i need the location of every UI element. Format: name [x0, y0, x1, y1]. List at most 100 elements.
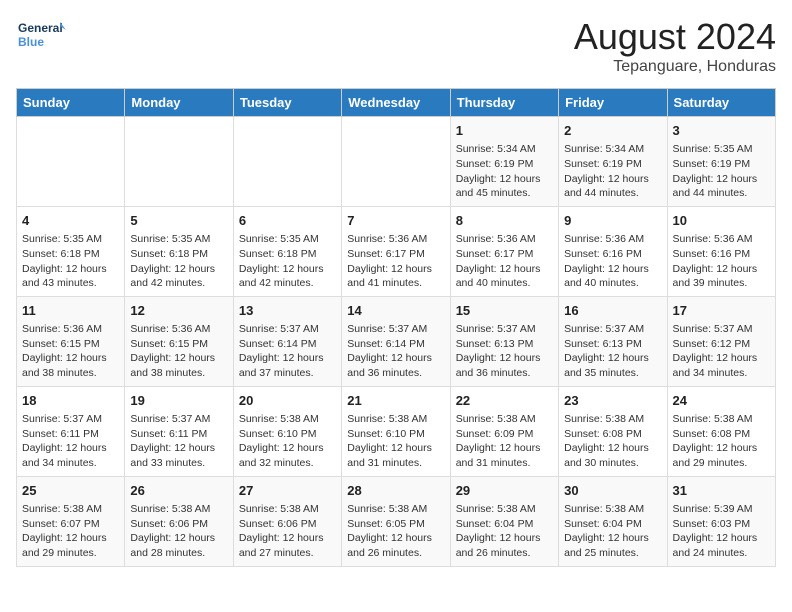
day-info: Sunrise: 5:36 AMSunset: 6:17 PMDaylight:…	[347, 232, 444, 291]
calendar-cell: 30Sunrise: 5:38 AMSunset: 6:04 PMDayligh…	[559, 476, 667, 566]
title-section: August 2024 Tepanguare, Honduras	[574, 16, 776, 76]
calendar-cell: 28 Sunrise: 5:38 AMSunset: 6:05 PMDayligh…	[342, 476, 450, 566]
day-info: Sunrise: 5:39 AMSunset: 6:03 PMDaylight:…	[673, 502, 770, 561]
logo-svg: General Blue	[16, 16, 66, 58]
day-info: Sunrise: 5:36 AMSunset: 6:15 PMDaylight:…	[130, 322, 227, 381]
day-info: Sunrise: 5:37 AMSunset: 6:12 PMDaylight:…	[673, 322, 770, 381]
calendar-cell: 31 Sunrise: 5:39 AMSunset: 6:03 PMDayligh…	[667, 476, 775, 566]
day-info: Sunrise: 5:37 AMSunset: 6:14 PMDaylight:…	[239, 322, 336, 381]
day-number: 12	[130, 302, 227, 320]
day-info: Sunrise: 5:38 AMSunset: 6:07 PMDaylight:…	[22, 502, 119, 561]
day-number: 21	[347, 392, 444, 410]
calendar-cell	[125, 117, 233, 207]
day-number: 5	[130, 212, 227, 230]
calendar-week-1: 1 Sunrise: 5:34 AMSunset: 6:19 PMDaylight…	[17, 117, 776, 207]
calendar-cell: 24 Sunrise: 5:38 AMSunset: 6:08 PMDayligh…	[667, 386, 775, 476]
day-info: Sunrise: 5:36 AMSunset: 6:16 PMDaylight:…	[564, 232, 661, 291]
day-info: Sunrise: 5:36 AMSunset: 6:15 PMDaylight:…	[22, 322, 119, 381]
day-number: 10	[673, 212, 770, 230]
svg-text:Blue: Blue	[18, 35, 44, 49]
day-info: Sunrise: 5:34 AMSunset: 6:19 PMDaylight:…	[564, 142, 661, 201]
calendar-cell: 13Sunrise: 5:37 AMSunset: 6:14 PMDayligh…	[233, 296, 341, 386]
subtitle: Tepanguare, Honduras	[574, 58, 776, 76]
calendar-cell: 9 Sunrise: 5:36 AMSunset: 6:16 PMDaylight…	[559, 206, 667, 296]
header-monday: Monday	[125, 89, 233, 117]
calendar-cell: 5 Sunrise: 5:35 AMSunset: 6:18 PMDaylight…	[125, 206, 233, 296]
day-info: Sunrise: 5:37 AMSunset: 6:13 PMDaylight:…	[564, 322, 661, 381]
header-wednesday: Wednesday	[342, 89, 450, 117]
main-title: August 2024	[574, 16, 776, 58]
day-info: Sunrise: 5:38 AMSunset: 6:10 PMDaylight:…	[239, 412, 336, 471]
calendar-cell: 26Sunrise: 5:38 AMSunset: 6:06 PMDayligh…	[125, 476, 233, 566]
calendar-header-row: SundayMondayTuesdayWednesdayThursdayFrid…	[17, 89, 776, 117]
day-number: 31	[673, 482, 770, 500]
day-info: Sunrise: 5:36 AMSunset: 6:17 PMDaylight:…	[456, 232, 553, 291]
day-info: Sunrise: 5:38 AMSunset: 6:04 PMDaylight:…	[456, 502, 553, 561]
day-number: 8	[456, 212, 553, 230]
day-info: Sunrise: 5:37 AMSunset: 6:13 PMDaylight:…	[456, 322, 553, 381]
day-number: 4	[22, 212, 119, 230]
calendar-cell: 29 Sunrise: 5:38 AMSunset: 6:04 PMDayligh…	[450, 476, 558, 566]
day-info: Sunrise: 5:38 AMSunset: 6:08 PMDaylight:…	[673, 412, 770, 471]
calendar-body: 1 Sunrise: 5:34 AMSunset: 6:19 PMDaylight…	[17, 117, 776, 567]
calendar-cell: 4Sunrise: 5:35 AMSunset: 6:18 PMDaylight…	[17, 206, 125, 296]
calendar-cell: 7 Sunrise: 5:36 AMSunset: 6:17 PMDaylight…	[342, 206, 450, 296]
day-info: Sunrise: 5:35 AMSunset: 6:18 PMDaylight:…	[130, 232, 227, 291]
day-info: Sunrise: 5:35 AMSunset: 6:18 PMDaylight:…	[239, 232, 336, 291]
day-number: 23	[564, 392, 661, 410]
day-number: 17	[673, 302, 770, 320]
calendar-table: SundayMondayTuesdayWednesdayThursdayFrid…	[16, 88, 776, 567]
day-info: Sunrise: 5:37 AMSunset: 6:11 PMDaylight:…	[130, 412, 227, 471]
calendar-cell: 23 Sunrise: 5:38 AMSunset: 6:08 PMDayligh…	[559, 386, 667, 476]
day-info: Sunrise: 5:37 AMSunset: 6:14 PMDaylight:…	[347, 322, 444, 381]
calendar-cell: 19Sunrise: 5:37 AMSunset: 6:11 PMDayligh…	[125, 386, 233, 476]
day-number: 27	[239, 482, 336, 500]
page-header: General Blue August 2024 Tepanguare, Hon…	[16, 16, 776, 76]
calendar-cell: 11 Sunrise: 5:36 AMSunset: 6:15 PMDayligh…	[17, 296, 125, 386]
calendar-cell: 10 Sunrise: 5:36 AMSunset: 6:16 PMDayligh…	[667, 206, 775, 296]
day-number: 29	[456, 482, 553, 500]
day-number: 15	[456, 302, 553, 320]
day-number: 26	[130, 482, 227, 500]
calendar-cell: 16Sunrise: 5:37 AMSunset: 6:13 PMDayligh…	[559, 296, 667, 386]
calendar-cell	[17, 117, 125, 207]
day-number: 6	[239, 212, 336, 230]
day-number: 14	[347, 302, 444, 320]
calendar-cell: 14 Sunrise: 5:37 AMSunset: 6:14 PMDayligh…	[342, 296, 450, 386]
day-number: 18	[22, 392, 119, 410]
calendar-week-2: 4 Sunrise: 5:35 AMSunset: 6:18 PMDaylight…	[17, 206, 776, 296]
day-number: 20	[239, 392, 336, 410]
day-info: Sunrise: 5:38 AMSunset: 6:08 PMDaylight:…	[564, 412, 661, 471]
logo: General Blue	[16, 16, 66, 58]
calendar-cell: 18 Sunrise: 5:37 AMSunset: 6:11 PMDayligh…	[17, 386, 125, 476]
calendar-cell: 1Sunrise: 5:34 AMSunset: 6:19 PMDaylight…	[450, 117, 558, 207]
day-number: 22	[456, 392, 553, 410]
day-number: 24	[673, 392, 770, 410]
calendar-cell: 6 Sunrise: 5:35 AMSunset: 6:18 PMDaylight…	[233, 206, 341, 296]
day-info: Sunrise: 5:38 AMSunset: 6:09 PMDaylight:…	[456, 412, 553, 471]
calendar-cell: 12 Sunrise: 5:36 AMSunset: 6:15 PMDayligh…	[125, 296, 233, 386]
day-info: Sunrise: 5:38 AMSunset: 6:06 PMDaylight:…	[239, 502, 336, 561]
header-friday: Friday	[559, 89, 667, 117]
day-info: Sunrise: 5:35 AMSunset: 6:19 PMDaylight:…	[673, 142, 770, 201]
day-info: Sunrise: 5:38 AMSunset: 6:05 PMDaylight:…	[347, 502, 444, 561]
day-number: 1	[456, 122, 553, 140]
day-number: 28	[347, 482, 444, 500]
day-number: 7	[347, 212, 444, 230]
day-number: 11	[22, 302, 119, 320]
day-number: 9	[564, 212, 661, 230]
day-number: 25	[22, 482, 119, 500]
calendar-cell: 21 Sunrise: 5:38 AMSunset: 6:10 PMDayligh…	[342, 386, 450, 476]
header-tuesday: Tuesday	[233, 89, 341, 117]
day-info: Sunrise: 5:38 AMSunset: 6:10 PMDaylight:…	[347, 412, 444, 471]
day-info: Sunrise: 5:36 AMSunset: 6:16 PMDaylight:…	[673, 232, 770, 291]
calendar-week-3: 11 Sunrise: 5:36 AMSunset: 6:15 PMDayligh…	[17, 296, 776, 386]
calendar-cell: 25 Sunrise: 5:38 AMSunset: 6:07 PMDayligh…	[17, 476, 125, 566]
day-info: Sunrise: 5:38 AMSunset: 6:04 PMDaylight:…	[564, 502, 661, 561]
calendar-cell: 8 Sunrise: 5:36 AMSunset: 6:17 PMDaylight…	[450, 206, 558, 296]
svg-text:General: General	[18, 21, 63, 35]
calendar-cell: 17 Sunrise: 5:37 AMSunset: 6:12 PMDayligh…	[667, 296, 775, 386]
day-number: 3	[673, 122, 770, 140]
calendar-cell: 22 Sunrise: 5:38 AMSunset: 6:09 PMDayligh…	[450, 386, 558, 476]
day-info: Sunrise: 5:37 AMSunset: 6:11 PMDaylight:…	[22, 412, 119, 471]
